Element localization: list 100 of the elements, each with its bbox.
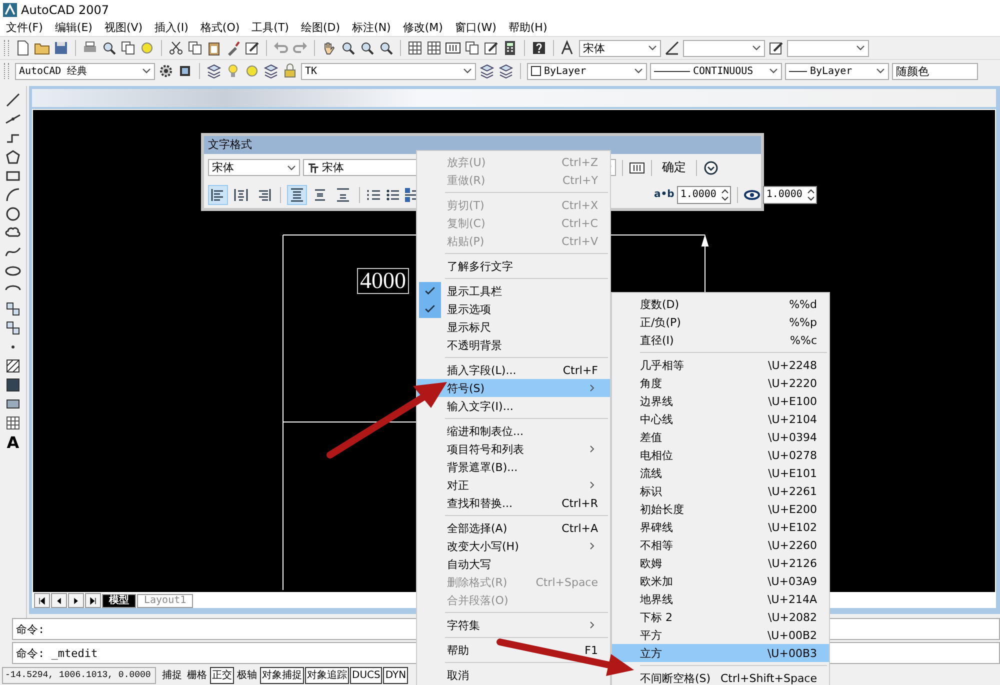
layers-icon[interactable] (206, 63, 222, 79)
dropdown-caret-icon[interactable] (287, 164, 296, 170)
dropdown-caret-icon[interactable] (648, 45, 657, 51)
help-icon[interactable] (531, 40, 547, 56)
settings-icon[interactable] (158, 63, 174, 79)
polygon-icon[interactable] (5, 149, 21, 165)
menu-bar-item[interactable]: 标注(N) (352, 20, 391, 35)
menu-bar-item[interactable]: 窗口(W) (454, 20, 496, 35)
menu-item[interactable]: 角度 \U+2220 (612, 374, 829, 392)
menu-item[interactable]: 输入文字(I)... (417, 397, 610, 415)
workspace-select[interactable]: AutoCAD 经典 (15, 62, 155, 80)
cut-icon[interactable] (168, 40, 184, 56)
linetype-select[interactable]: CONTINUOUS (650, 62, 782, 80)
menu-item[interactable]: 帮助 F1 (417, 641, 610, 659)
hatch-icon[interactable] (5, 358, 21, 374)
align-left-button[interactable] (208, 184, 228, 204)
block-editor-icon[interactable] (244, 40, 260, 56)
dimension-style-icon[interactable] (664, 40, 680, 56)
menu-item[interactable]: 正/负(P) %%p (612, 313, 829, 331)
menu-item[interactable]: 初始长度 \U+E200 (612, 500, 829, 518)
menu-bar-item[interactable]: 修改(M) (402, 20, 443, 35)
arc-icon[interactable] (5, 187, 21, 203)
dropdown-caret-icon[interactable] (634, 68, 643, 74)
text-style-select[interactable]: 宋体 (579, 40, 661, 56)
menu-item[interactable]: 立方 \U+00B3 (612, 644, 829, 662)
menu-item[interactable]: 边界线 \U+E100 (612, 392, 829, 410)
first-tab-button[interactable] (34, 593, 50, 608)
lineweight-select[interactable]: ByLayer (785, 62, 889, 80)
layer-color-icon[interactable] (263, 63, 279, 79)
paste-icon[interactable] (206, 40, 222, 56)
menu-item[interactable]: 欧米加 \U+03A9 (612, 572, 829, 590)
menu-item[interactable]: 中心线 \U+2104 (612, 410, 829, 428)
status-toggle[interactable]: 极轴 (235, 667, 259, 684)
menu-bar-item[interactable]: 格式(O) (200, 20, 240, 35)
line-icon[interactable] (5, 92, 21, 108)
make-block-icon[interactable] (5, 320, 21, 336)
menu-item[interactable]: 地界线 \U+214A (612, 590, 829, 608)
zoom-icon[interactable] (340, 40, 356, 56)
menu-item[interactable]: 插入字段(L)... Ctrl+F (417, 361, 610, 379)
columns-icon[interactable] (629, 160, 645, 176)
previous-tab-button[interactable] (51, 593, 67, 608)
menu-item[interactable]: 电相位 \U+0278 (612, 446, 829, 464)
menu-item[interactable]: 几乎相等 \U+2248 (612, 356, 829, 374)
options-icon[interactable] (703, 160, 719, 176)
menu-item[interactable]: 缩进和制表位... (417, 422, 610, 440)
menu-item[interactable]: 直径(I) %%c (612, 331, 829, 349)
layout-tab[interactable]: Layout1 (137, 594, 194, 608)
gradient-icon[interactable] (5, 377, 21, 393)
menu-item[interactable]: 背景遮罩(B)... (417, 458, 610, 476)
dropdown-caret-icon[interactable] (463, 68, 472, 74)
menu-bar-item[interactable]: 帮助(H) (508, 20, 548, 35)
status-toggle[interactable]: 捕捉 (160, 667, 184, 684)
dropdown-caret-icon[interactable] (876, 68, 885, 74)
menu-item[interactable]: 不相等 \U+2260 (612, 536, 829, 554)
menu-item[interactable]: 差值 \U+0394 (612, 428, 829, 446)
print-preview-icon[interactable] (101, 40, 117, 56)
dropdown-caret-icon[interactable] (142, 68, 151, 74)
menu-bar-item[interactable]: 文件(F) (6, 20, 43, 35)
new-file-icon[interactable] (15, 40, 31, 56)
menu-bar-item[interactable]: 绘图(D) (300, 20, 340, 35)
plot-style-select[interactable]: 随颜色 (892, 62, 978, 80)
menu-item[interactable]: 自动大写 (417, 555, 610, 573)
dropdown-caret-icon[interactable] (769, 68, 778, 74)
layout-tab[interactable]: 模型 (102, 594, 136, 608)
status-toggle[interactable]: 正交 (210, 667, 234, 684)
publish-icon[interactable] (120, 40, 136, 56)
lock-icon[interactable] (282, 63, 298, 79)
menu-item[interactable]: 字符集 (417, 616, 610, 634)
menu-item[interactable]: 了解多行文字 (417, 257, 610, 275)
width-factor-field[interactable]: 1.0000 (763, 186, 818, 204)
insert-block-icon[interactable] (5, 301, 21, 317)
align-top-button[interactable] (287, 184, 307, 204)
menu-bar-item[interactable]: 工具(T) (252, 20, 289, 35)
menu-item[interactable]: 显示工具栏 (417, 282, 610, 300)
zoom-previous-icon[interactable] (378, 40, 394, 56)
status-toggle[interactable]: 对象捕捉 (260, 667, 304, 684)
color-select[interactable]: ByLayer (527, 62, 647, 80)
menu-item[interactable]: 不间断空格(S) Ctrl+Shift+Space (612, 669, 829, 685)
menu-item[interactable]: 不透明背景 (417, 336, 610, 354)
copy-icon[interactable] (187, 40, 203, 56)
menu-item[interactable]: 全部选择(A) Ctrl+A (417, 519, 610, 537)
multiline-text-tool[interactable]: A (6, 434, 20, 452)
menu-item[interactable]: 度数(D) %%d (612, 295, 829, 313)
menu-item[interactable]: 改变大小写(H) (417, 537, 610, 555)
menu-item[interactable]: 流线 \U+E101 (612, 464, 829, 482)
zoom-window-icon[interactable] (359, 40, 375, 56)
sheet-set-icon[interactable] (464, 40, 480, 56)
menu-bar-item[interactable]: 插入(I) (154, 20, 188, 35)
design-center-icon[interactable] (426, 40, 442, 56)
menu-item[interactable]: 查找和替换... Ctrl+R (417, 494, 610, 512)
properties-icon[interactable] (407, 40, 423, 56)
layer-select[interactable]: TK (301, 62, 476, 80)
menu-item[interactable]: 项目符号和列表 (417, 440, 610, 458)
menu-item[interactable]: 标识 \U+2261 (612, 482, 829, 500)
status-toggle[interactable]: 栅格 (185, 667, 209, 684)
save-icon[interactable] (53, 40, 69, 56)
next-tab-button[interactable] (68, 593, 84, 608)
menu-item[interactable]: 显示选项 (417, 300, 610, 318)
layer-previous-icon[interactable] (498, 63, 514, 79)
last-tab-button[interactable] (85, 593, 101, 608)
